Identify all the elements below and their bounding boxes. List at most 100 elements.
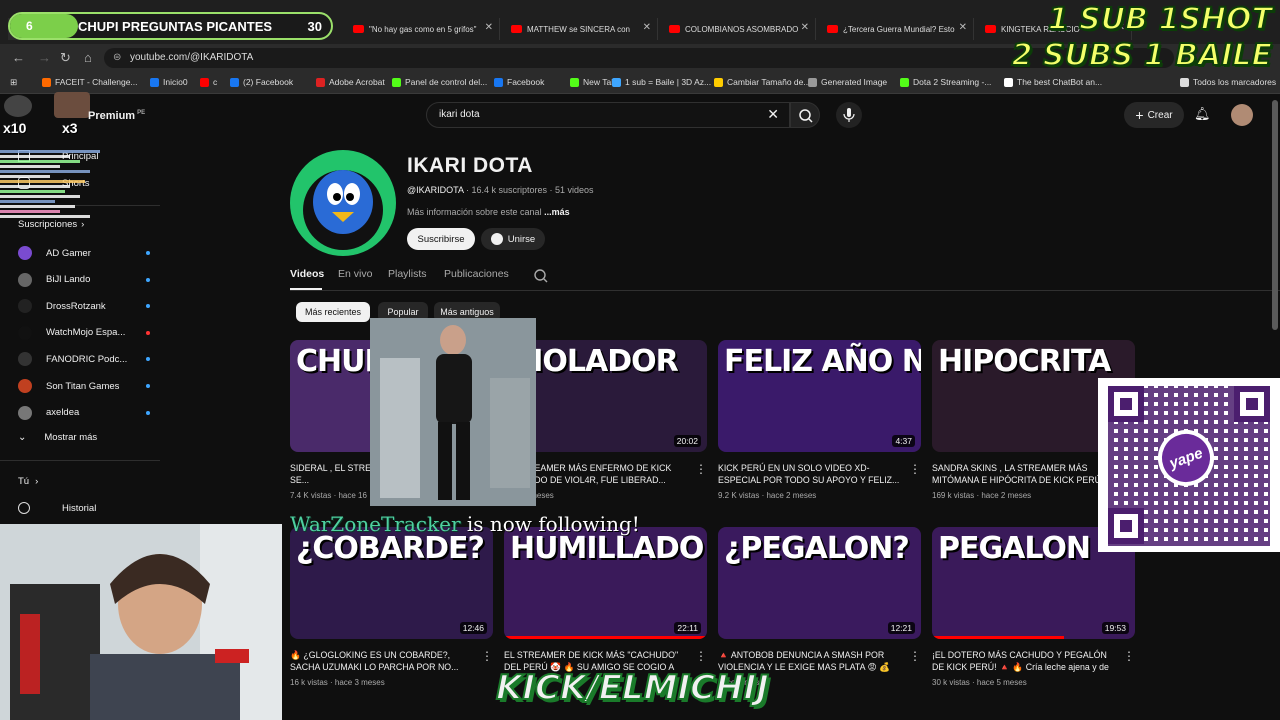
video-card[interactable]: FELIZ AÑO NUEVO 4:37 KICK PERÚ EN UN SOLO … xyxy=(718,340,921,506)
channel-avatar-icon xyxy=(18,379,32,393)
sidebar-channel-item[interactable]: WatchMojo Espa... xyxy=(18,325,150,340)
video-title[interactable]: 🔥 ¿GLOGLOKING ES UN COBARDE?, SACHA UZUM… xyxy=(290,649,476,673)
bookmark-item[interactable]: Generated Image xyxy=(808,77,887,87)
scrollbar[interactable] xyxy=(1272,100,1278,330)
browser-tab[interactable]: "No hay gas como en 5 grifos" ✕ xyxy=(345,18,500,40)
bookmark-item[interactable]: Facebook xyxy=(494,77,544,87)
sidebar-item-history[interactable]: Historial xyxy=(18,502,96,514)
bookmark-item[interactable]: The best ChatBot an... xyxy=(1004,77,1102,87)
video-thumbnail[interactable]: ¿PEGALON? 12:21 xyxy=(718,527,921,639)
show-more-button[interactable]: ⌄ Mostrar más xyxy=(18,432,97,443)
channel-search-icon[interactable] xyxy=(533,268,549,284)
channel-avatar[interactable] xyxy=(290,150,396,256)
bookmark-favicon-icon xyxy=(42,77,51,87)
account-avatar[interactable] xyxy=(1231,104,1253,126)
more-actions-icon[interactable]: ⋮ xyxy=(481,649,493,663)
webcam-overlay xyxy=(0,524,282,720)
bookmarks-bar: ⊞ FACEIT - Challenge... Inicio0 c (2) Faceb… xyxy=(0,72,1280,94)
streamer-webcam-icon xyxy=(0,524,282,720)
subscribe-button[interactable]: Suscribirse xyxy=(407,228,475,250)
bookmark-label: 1 sub = Baile | 3D Az... xyxy=(625,77,712,87)
bookmark-item[interactable]: (2) Facebook xyxy=(230,77,293,87)
more-actions-icon[interactable]: ⋮ xyxy=(695,462,707,476)
follow-text: is now following! xyxy=(466,512,640,536)
browser-tab[interactable]: ¿Tercera Guerra Mundial? Esto ✕ xyxy=(819,18,974,40)
channel-about-link[interactable]: Más información sobre este canal ...más xyxy=(407,207,570,217)
create-button[interactable]: + Crear xyxy=(1124,102,1184,128)
back-icon[interactable]: ← xyxy=(12,50,25,65)
duration-badge: 4:37 xyxy=(892,435,915,447)
bookmark-favicon-icon xyxy=(900,77,909,87)
thumbnail-text: PEGALON xyxy=(938,531,1091,566)
bookmark-item[interactable]: Todos los marcadores xyxy=(1180,77,1276,87)
video-card[interactable]: ¿COBARDE? 12:46 🔥 ¿GLOGLOKING ES UN COBARD… xyxy=(290,527,493,693)
search-input[interactable]: ikari dota ✕ xyxy=(426,102,790,128)
bookmark-item[interactable]: 1 sub = Baile | 3D Az... xyxy=(612,77,711,87)
sidebar-channel-item[interactable]: Son Titan Games xyxy=(18,379,150,393)
browser-tab[interactable]: COLOMBIANOS ASOMBRADO ✕ xyxy=(661,18,816,40)
bookmark-label: New Tab xyxy=(583,77,616,87)
channel-meta: @IKARIDOTA · 16.4 k suscriptores · 51 vi… xyxy=(407,185,594,195)
more-actions-icon[interactable]: ⋮ xyxy=(909,462,921,476)
close-tab-icon[interactable]: ✕ xyxy=(959,22,967,33)
bookmark-item[interactable]: New Tab xyxy=(570,77,616,87)
video-title[interactable]: KICK PERÚ EN UN SOLO VIDEO XD- ESPECIAL … xyxy=(718,462,904,486)
reload-icon[interactable]: ↻ xyxy=(60,50,71,66)
premium-label: Premium xyxy=(88,110,136,122)
video-thumbnail[interactable]: FELIZ AÑO NUEVO 4:37 xyxy=(718,340,921,452)
thumbnail-text: FELIZ AÑO NUEVO xyxy=(724,344,921,379)
promo-line-1: 1 SUB 1SHOT xyxy=(1047,1,1273,38)
home-icon[interactable]: ⌂ xyxy=(84,50,92,65)
channel-tab[interactable]: Videos xyxy=(290,268,324,280)
duration-badge: 12:21 xyxy=(887,622,915,634)
sidebar-channel-item[interactable]: DrossRotzank xyxy=(18,299,150,314)
forward-icon[interactable]: → xyxy=(38,50,51,65)
video-title[interactable]: ¡EL DOTERO MÁS CACHUDO Y PEGALÓN DE KICK… xyxy=(932,649,1118,673)
bookmark-item[interactable]: c xyxy=(200,77,217,87)
bookmark-item[interactable]: Panel de control del... xyxy=(392,77,487,87)
channel-label: FANODRIC Podc... xyxy=(46,353,128,365)
video-title[interactable]: SANDRA SKINS , LA STREAMER MÁS MITÓMANA … xyxy=(932,462,1118,486)
bookmark-item[interactable]: FACEIT - Challenge... xyxy=(42,77,138,87)
channel-tab[interactable]: Publicaciones xyxy=(444,268,509,280)
sub-goal-counter: 6 CHUPI PREGUNTAS PICANTES 30 xyxy=(8,12,333,40)
bookmark-item[interactable]: Adobe Acrobat xyxy=(316,77,385,87)
bookmark-label: Todos los marcadores xyxy=(1193,77,1277,87)
video-meta: 16 k vistas · hace 3 meses xyxy=(290,678,385,687)
close-tab-icon[interactable]: ✕ xyxy=(801,22,809,33)
sidebar-you-header[interactable]: Tú › xyxy=(18,476,38,487)
duration-badge: 12:46 xyxy=(459,622,487,634)
apps-icon[interactable]: ⊞ xyxy=(10,77,17,88)
more-actions-icon[interactable]: ⋮ xyxy=(695,649,707,663)
qr-finder xyxy=(1108,386,1144,422)
more-actions-icon[interactable]: ⋮ xyxy=(1123,649,1135,663)
video-thumbnail[interactable]: HUMILLADO 22:11 xyxy=(504,527,707,639)
more-actions-icon[interactable]: ⋮ xyxy=(909,649,921,663)
bookmark-item[interactable]: Inicio0 xyxy=(150,77,188,87)
close-tab-icon[interactable]: ✕ xyxy=(643,22,651,33)
browser-tab[interactable]: MATTHEW se SINCERA con ✕ xyxy=(503,18,658,40)
yape-qr-code: yape xyxy=(1098,378,1280,552)
channel-tab[interactable]: En vivo xyxy=(338,268,372,280)
site-info-icon[interactable]: ⊜ xyxy=(113,52,121,63)
youtube-premium-logo[interactable]: Premium PE xyxy=(88,110,145,122)
notifications-bell-icon[interactable]: 🔔︎ xyxy=(1194,106,1211,122)
bookmark-item[interactable]: Cambiar Tamaño de... xyxy=(714,77,810,87)
join-button[interactable]: Unirse xyxy=(481,228,545,250)
filter-chip[interactable]: Más recientes xyxy=(296,302,370,322)
close-tab-icon[interactable]: ✕ xyxy=(485,22,493,33)
voice-search-button[interactable] xyxy=(836,102,862,128)
channel-avatar-icon xyxy=(18,352,32,367)
channel-avatar-icon xyxy=(18,299,32,314)
follower-name: WarZoneTracker xyxy=(290,512,461,536)
channel-tab[interactable]: Playlists xyxy=(388,268,427,280)
bookmark-item[interactable]: Dota 2 Streaming -... xyxy=(900,77,991,87)
sidebar-channel-item[interactable]: FANODRIC Podc... xyxy=(18,352,150,367)
sidebar-channel-item[interactable]: axeldea xyxy=(18,405,150,420)
search-button[interactable] xyxy=(790,102,820,128)
clear-search-icon[interactable]: ✕ xyxy=(767,106,779,123)
video-thumbnail[interactable]: ¿COBARDE? 12:46 xyxy=(290,527,493,639)
more-link: ...más xyxy=(544,207,570,217)
search-icon xyxy=(799,109,813,123)
channel-handle: @IKARIDOTA xyxy=(407,185,464,195)
